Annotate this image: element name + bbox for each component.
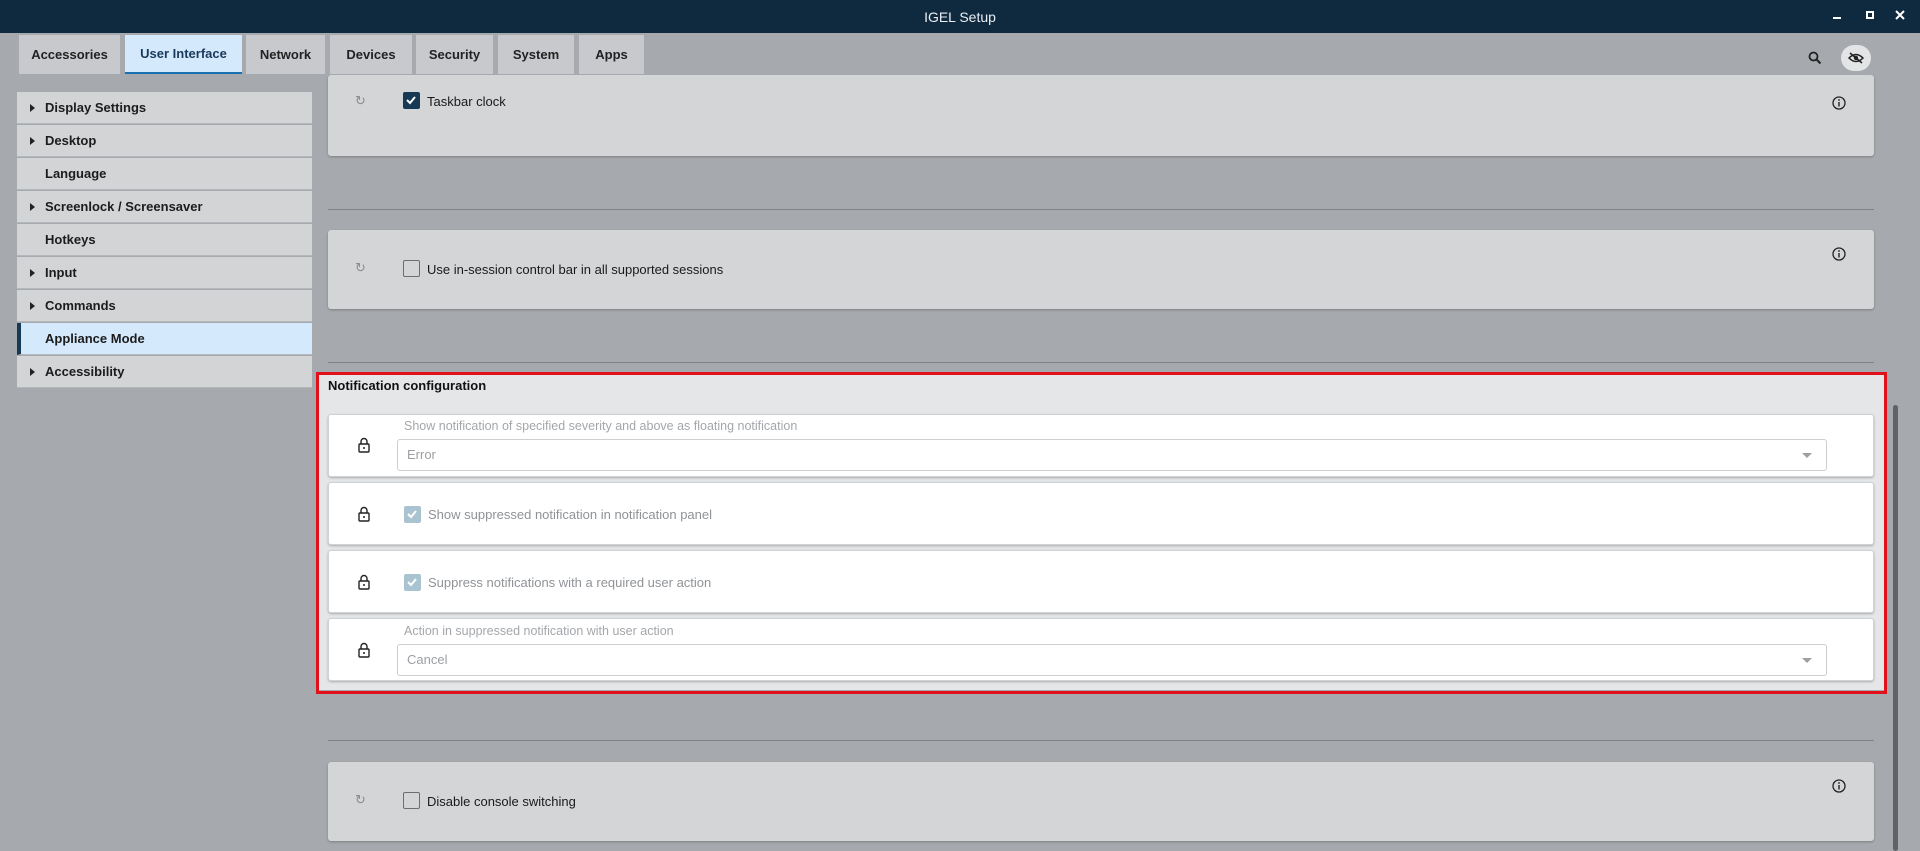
lock-icon (358, 437, 370, 453)
chevron-right-icon (30, 368, 35, 376)
chevron-right-icon (30, 104, 35, 112)
tab-devices[interactable]: Devices (330, 35, 412, 74)
reset-icon[interactable]: ↻ (355, 261, 369, 275)
chevron-right-icon (30, 302, 35, 310)
close-button[interactable] (1889, 6, 1911, 28)
in-session-bar-checkbox[interactable] (403, 260, 420, 277)
tab-apps[interactable]: Apps (579, 35, 644, 74)
minimize-button[interactable] (1826, 6, 1848, 28)
action-caption: Action in suppressed notification with u… (404, 624, 674, 638)
chevron-right-icon (30, 269, 35, 277)
chevron-down-icon (1802, 658, 1812, 663)
sidebar-item-screenlock[interactable]: Screenlock / Screensaver (17, 191, 312, 223)
maximize-button[interactable] (1859, 6, 1881, 28)
lock-icon (358, 506, 370, 522)
severity-caption: Show notification of specified severity … (404, 419, 798, 433)
sidebar-item-language[interactable]: Language (17, 158, 312, 190)
show-suppressed-checkbox[interactable] (404, 506, 421, 523)
suppress-required-checkbox[interactable] (404, 574, 421, 591)
tab-security[interactable]: Security (416, 35, 493, 74)
divider (328, 740, 1874, 741)
sidebar-item-display-settings[interactable]: Display Settings (17, 92, 312, 124)
sidebar: Display Settings Desktop Language Screen… (17, 92, 312, 389)
tab-network[interactable]: Network (246, 35, 325, 74)
taskbar-clock-checkbox[interactable] (403, 92, 420, 109)
maximize-icon (1866, 11, 1874, 19)
divider (328, 362, 1874, 363)
setting-card-action: Action in suppressed notification with u… (328, 618, 1874, 681)
sidebar-item-desktop[interactable]: Desktop (17, 125, 312, 157)
settings-panel: ↻ Taskbar clock ↻ Use in-session control… (312, 75, 1888, 851)
search-icon (1808, 51, 1822, 65)
search-button[interactable] (1800, 45, 1830, 71)
taskbar-clock-label: Taskbar clock (427, 94, 506, 109)
checkmark-icon (407, 578, 417, 587)
chevron-right-icon (30, 137, 35, 145)
minimize-icon (1833, 17, 1841, 19)
lock-icon (358, 574, 370, 590)
sidebar-item-accessibility[interactable]: Accessibility (17, 356, 312, 388)
suppress-required-label: Suppress notifications with a required u… (428, 575, 712, 590)
tab-system[interactable]: System (498, 35, 574, 74)
setting-card-suppress-required: Suppress notifications with a required u… (328, 550, 1874, 613)
view-toggle-icon (1848, 52, 1864, 64)
action-select[interactable]: Cancel (397, 644, 1827, 676)
tab-accessories[interactable]: Accessories (19, 35, 120, 74)
tab-user-interface[interactable]: User Interface (125, 35, 242, 74)
sidebar-item-hotkeys[interactable]: Hotkeys (17, 224, 312, 256)
checkmark-icon (407, 510, 417, 519)
setting-card-severity: Show notification of specified severity … (328, 414, 1874, 477)
setting-card-disable-console: ↻ Disable console switching (328, 762, 1874, 841)
setting-card-in-session-bar: ↻ Use in-session control bar in all supp… (328, 230, 1874, 309)
reset-icon[interactable]: ↻ (355, 94, 369, 108)
view-toggle-button[interactable] (1841, 45, 1871, 71)
disable-console-label: Disable console switching (427, 794, 576, 809)
info-icon[interactable] (1832, 779, 1846, 793)
divider (328, 209, 1874, 210)
chevron-right-icon (30, 203, 35, 211)
sidebar-item-input[interactable]: Input (17, 257, 312, 289)
severity-select[interactable]: Error (397, 439, 1827, 471)
info-icon[interactable] (1832, 247, 1846, 261)
scrollbar-thumb[interactable] (1893, 405, 1898, 851)
info-icon[interactable] (1832, 96, 1846, 110)
show-suppressed-label: Show suppressed notification in notifica… (428, 507, 713, 522)
window-title: IGEL Setup (924, 9, 996, 25)
checkmark-icon (406, 96, 416, 105)
sidebar-item-commands[interactable]: Commands (17, 290, 312, 322)
in-session-bar-label: Use in-session control bar in all suppor… (427, 262, 724, 277)
notification-group-title: Notification configuration (328, 378, 487, 393)
setting-card-show-suppressed: Show suppressed notification in notifica… (328, 482, 1874, 545)
reset-icon[interactable]: ↻ (355, 793, 369, 807)
disable-console-checkbox[interactable] (403, 792, 420, 809)
close-icon (1895, 10, 1905, 20)
lock-icon (358, 642, 370, 658)
chevron-down-icon (1802, 453, 1812, 458)
sidebar-item-appliance-mode[interactable]: Appliance Mode (17, 323, 312, 355)
title-bar: IGEL Setup (0, 0, 1920, 33)
tab-bar: Accessories User Interface Network Devic… (0, 33, 1920, 75)
setting-card-taskbar-clock: ↻ Taskbar clock (328, 75, 1874, 156)
